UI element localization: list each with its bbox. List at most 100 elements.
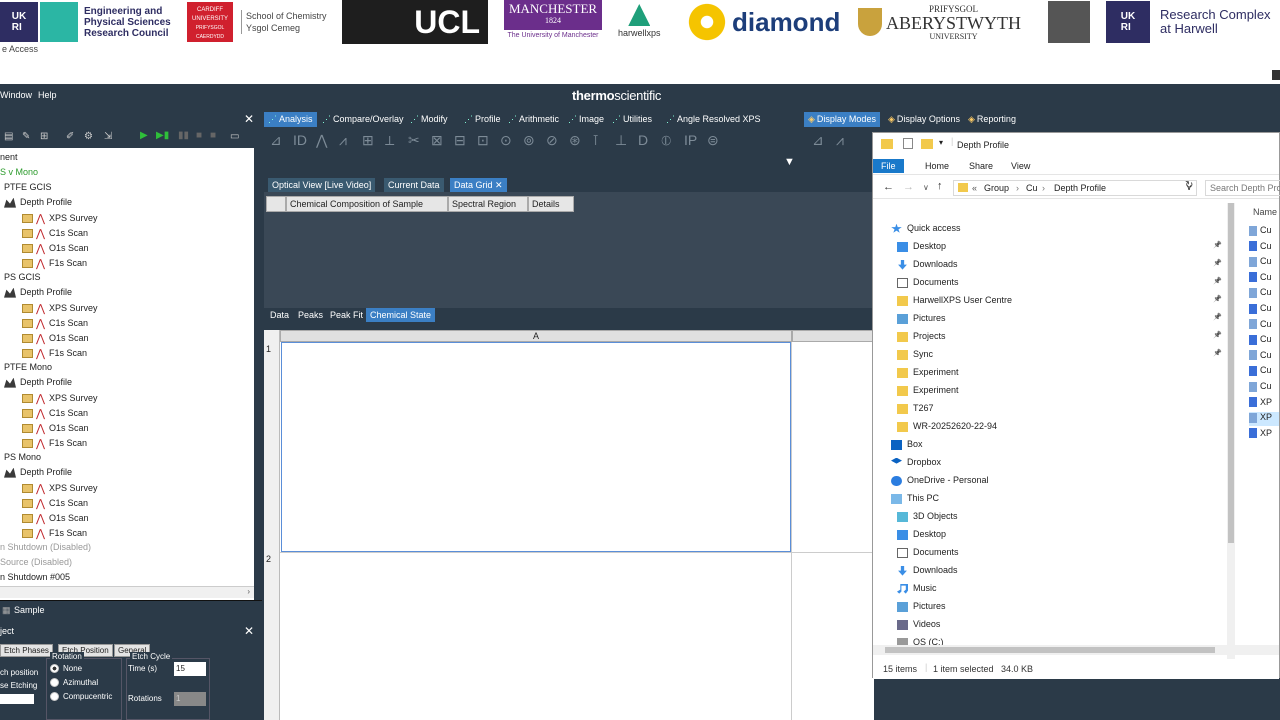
stop-icon[interactable]: ■ xyxy=(196,130,202,141)
cell-a1[interactable] xyxy=(281,342,791,552)
tree-node[interactable]: ⋀ F1s Scan xyxy=(22,527,87,540)
analysis-tool-icon[interactable]: ⩘ xyxy=(339,132,347,149)
file-row[interactable]: XP xyxy=(1249,412,1279,427)
comment-icon[interactable]: ▭ xyxy=(230,131,239,142)
pause-icon[interactable]: ▮▮ xyxy=(178,130,189,141)
forward-icon[interactable]: → xyxy=(903,181,914,193)
analysis-tool-icon[interactable]: ✂ xyxy=(408,132,420,149)
nav-item[interactable]: Desktop xyxy=(897,529,946,540)
header-chemical-composition[interactable]: Chemical Composition of Sample xyxy=(286,196,448,212)
subtab-chemical-state[interactable]: Chemical State xyxy=(366,308,436,322)
tree-node[interactable]: ⋀ C1s Scan xyxy=(22,317,88,330)
tree-icon[interactable]: ▤ xyxy=(4,131,13,142)
nav-item[interactable]: Dropbox xyxy=(891,457,941,468)
nav-item[interactable]: Videos xyxy=(897,619,940,630)
pin-icon[interactable]: 📌 xyxy=(1213,259,1222,267)
tab-display-modes[interactable]: ◈ Display Modes xyxy=(804,112,880,127)
analysis-tool-icon[interactable]: ID xyxy=(293,132,307,148)
nav-item[interactable]: Desktop 📌 xyxy=(897,241,1222,252)
pin-icon[interactable]: 📌 xyxy=(1213,277,1222,285)
tree-node[interactable]: PS Mono xyxy=(4,452,41,462)
export-icon[interactable]: ⇲ xyxy=(104,131,112,142)
nav-item[interactable]: Downloads xyxy=(897,565,958,576)
analysis-tool-icon[interactable]: ⊛ xyxy=(569,132,581,149)
view-tab-1[interactable]: Current Data xyxy=(384,178,444,192)
nav-item[interactable]: Experiment xyxy=(897,385,959,396)
tab-angle-resolved-xps[interactable]: ⋰ Angle Resolved XPS xyxy=(662,112,765,127)
pin-icon[interactable]: 📌 xyxy=(1213,331,1222,339)
tree-node[interactable]: ⋀ F1s Scan xyxy=(22,437,87,450)
analysis-tool-icon[interactable]: D xyxy=(638,132,648,148)
refresh-icon[interactable]: ↻ xyxy=(1185,180,1193,191)
crumb-depth-profile[interactable]: Depth Profile xyxy=(1054,183,1106,193)
tree-node[interactable]: nent xyxy=(0,152,18,162)
row-2-header[interactable]: 2 xyxy=(266,554,271,564)
crumb-cu[interactable]: Cu xyxy=(1026,183,1038,193)
recent-icon[interactable]: ∨ xyxy=(923,183,929,192)
nav-item[interactable]: OneDrive - Personal xyxy=(891,475,989,486)
tab-utilities[interactable]: ⋰ Utilities xyxy=(608,112,656,127)
tree-node[interactable]: S v Mono xyxy=(0,167,38,177)
expand-ribbon-icon[interactable]: ▼ xyxy=(784,156,795,168)
file-row[interactable]: Cu xyxy=(1249,381,1279,395)
file-row[interactable]: Cu xyxy=(1249,241,1279,255)
tab-image[interactable]: ⋰ Image xyxy=(564,112,608,127)
subtab-data[interactable]: Data xyxy=(266,308,293,322)
tree-node[interactable]: Depth Profile xyxy=(4,467,72,478)
file-row[interactable]: Cu xyxy=(1249,319,1279,333)
new-folder-icon[interactable] xyxy=(921,139,933,149)
tree-node[interactable]: Depth Profile xyxy=(4,377,72,388)
tree-node[interactable]: ⋀ O1s Scan xyxy=(22,422,89,435)
rotations-input[interactable]: 1 xyxy=(174,692,206,706)
address-bar[interactable]: « Group › Cu › Depth Profile ∨ xyxy=(953,180,1197,196)
analysis-tool-icon[interactable]: ⟂ xyxy=(385,132,394,149)
name-column-header[interactable]: Name xyxy=(1253,207,1277,217)
view-tab-0[interactable]: Optical View [Live Video] xyxy=(268,178,376,192)
properties-icon[interactable] xyxy=(903,138,913,149)
analysis-tool-icon[interactable]: ⊺ xyxy=(592,132,599,149)
analysis-tool-icon[interactable]: ⋀ xyxy=(316,132,327,149)
tree-node[interactable]: ⋀ O1s Scan xyxy=(22,512,89,525)
tab-modify[interactable]: ⋰ Modify xyxy=(406,112,452,127)
tab-analysis[interactable]: ⋰ Analysis xyxy=(264,112,317,127)
nav-item[interactable]: WR-20252620-22-94 xyxy=(897,421,997,432)
row-1-header[interactable]: 1 xyxy=(266,344,271,354)
back-icon[interactable]: ← xyxy=(883,181,894,193)
gear-icon[interactable]: ⚙ xyxy=(84,131,93,142)
tree-node[interactable]: ⋀ F1s Scan xyxy=(22,347,87,360)
pen-icon[interactable]: ✎ xyxy=(22,131,30,142)
tab-reporting[interactable]: ◈ Reporting xyxy=(964,112,1020,127)
file-row[interactable]: Cu xyxy=(1249,334,1279,348)
header-spectral-region[interactable]: Spectral Region xyxy=(448,196,528,212)
nav-item[interactable]: Experiment xyxy=(897,367,959,378)
analysis-tool-icon[interactable]: ⊠ xyxy=(431,132,443,149)
file-row[interactable]: XP xyxy=(1249,397,1279,411)
edit-icon[interactable]: ✐ xyxy=(66,131,74,142)
scroll-right-icon[interactable]: › xyxy=(247,587,250,596)
nav-item[interactable]: Box xyxy=(891,439,923,450)
nav-hscrollbar[interactable] xyxy=(873,645,1279,655)
analysis-tool-icon[interactable]: ⊜ xyxy=(707,132,719,149)
network-icon[interactable]: ⊞ xyxy=(40,131,48,142)
tab-display-options[interactable]: ◈ Display Options xyxy=(884,112,964,127)
tree-node[interactable]: Source (Disabled) xyxy=(0,557,72,567)
menu-window[interactable]: Window xyxy=(0,90,32,100)
tree-node[interactable]: ⋀ O1s Scan xyxy=(22,242,89,255)
search-box[interactable]: Search Depth Pro xyxy=(1205,180,1280,196)
close-sample-icon[interactable]: ✕ xyxy=(244,624,254,638)
crumb-group[interactable]: Group xyxy=(984,183,1009,193)
analysis-tool-icon[interactable]: ⦶ xyxy=(661,132,671,149)
ribbon-tab-home[interactable]: Home xyxy=(917,159,957,173)
analysis-tool-icon[interactable]: IP xyxy=(684,132,697,148)
pin-icon[interactable]: 📌 xyxy=(1213,295,1222,303)
nav-item[interactable]: T267 xyxy=(897,403,934,414)
tree-node[interactable]: ⋀ XPS Survey xyxy=(22,392,98,405)
tab-compare-overlay[interactable]: ⋰ Compare/Overlay xyxy=(318,112,408,127)
tree-node[interactable]: PS GCIS xyxy=(4,272,41,282)
file-row[interactable]: Cu xyxy=(1249,272,1279,286)
view-tab-2[interactable]: Data Grid ✕ xyxy=(450,178,507,193)
subtab-peaks[interactable]: Peaks xyxy=(294,308,327,322)
file-row[interactable]: Cu xyxy=(1249,350,1279,364)
tree-node[interactable]: ⋀ C1s Scan xyxy=(22,497,88,510)
close-tab-icon[interactable]: ✕ xyxy=(493,180,503,190)
